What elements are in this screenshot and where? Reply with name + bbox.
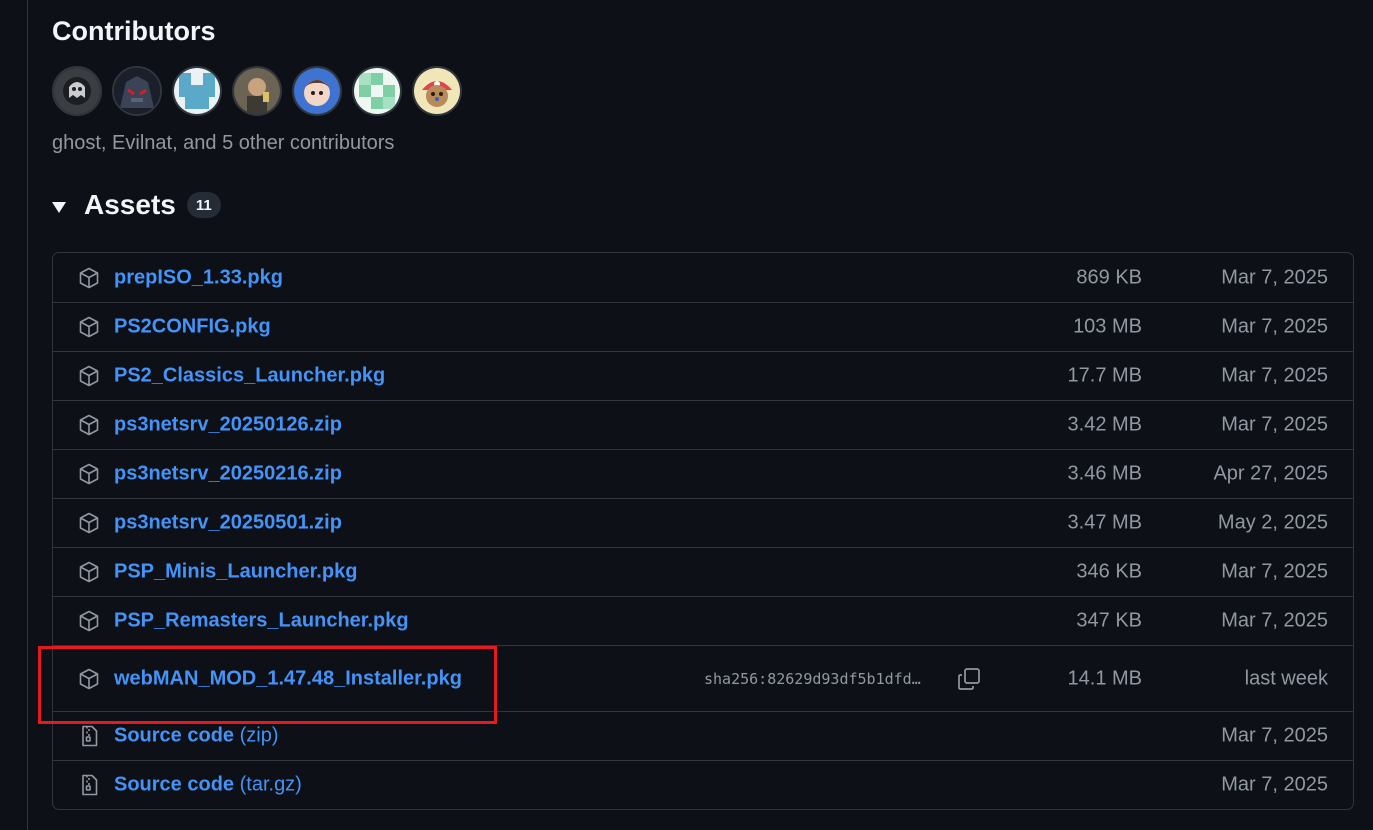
asset-date: Mar 7, 2025 xyxy=(1221,413,1328,436)
asset-date: Mar 7, 2025 xyxy=(1221,315,1328,338)
asset-size: 346 KB xyxy=(1076,560,1142,583)
asset-row-source-zip: Source code (zip) Mar 7, 2025 xyxy=(53,711,1353,760)
asset-size: 3.46 MB xyxy=(1067,462,1142,485)
asset-link[interactable]: PSP_Minis_Launcher.pkg xyxy=(114,561,357,584)
caret-down-icon xyxy=(52,201,66,213)
asset-date: Mar 7, 2025 xyxy=(1221,773,1328,796)
asset-size: 869 KB xyxy=(1076,266,1142,288)
package-icon xyxy=(77,667,101,691)
asset-row: ps3netsrv_20250501.zip 3.47 MB May 2, 20… xyxy=(53,498,1353,547)
asset-name: Source code xyxy=(114,773,235,796)
asset-date: Mar 7, 2025 xyxy=(1221,560,1328,583)
asset-link[interactable]: PS2_Classics_Launcher.pkg xyxy=(114,365,385,388)
asset-size: 3.47 MB xyxy=(1067,511,1142,534)
file-zip-icon xyxy=(77,724,101,748)
avatar-ghost[interactable] xyxy=(52,66,102,116)
asset-row: PSP_Minis_Launcher.pkg 346 KB Mar 7, 202… xyxy=(53,547,1353,596)
file-zip-icon xyxy=(77,773,101,797)
asset-row: PS2_Classics_Launcher.pkg 17.7 MB Mar 7,… xyxy=(53,351,1353,400)
source-code-zip-link[interactable]: Source code (zip) xyxy=(114,725,279,748)
contributors-summary: ghost, Evilnat, and 5 other contributors xyxy=(52,132,395,154)
asset-link[interactable]: prepISO_1.33.pkg xyxy=(114,266,283,289)
package-icon xyxy=(77,266,101,290)
package-icon xyxy=(77,462,101,486)
asset-row-webman: webMAN_MOD_1.47.48_Installer.pkg sha256:… xyxy=(53,645,1353,711)
asset-size: 3.42 MB xyxy=(1067,413,1142,436)
asset-name: Source code xyxy=(114,724,235,747)
asset-link[interactable]: ps3netsrv_20250216.zip xyxy=(114,463,342,486)
avatar-contributor-3[interactable] xyxy=(172,66,222,116)
package-icon xyxy=(77,315,101,339)
asset-date: Mar 7, 2025 xyxy=(1221,364,1328,387)
assets-heading: Assets xyxy=(84,189,176,220)
asset-date: last week xyxy=(1244,667,1328,689)
asset-format: (zip) xyxy=(239,724,279,747)
asset-date: Mar 7, 2025 xyxy=(1221,724,1328,747)
avatar-contributor-6[interactable] xyxy=(352,66,402,116)
asset-date: Apr 27, 2025 xyxy=(1213,462,1328,485)
avatar-contributor-4[interactable] xyxy=(232,66,282,116)
avatar-evilnat[interactable] xyxy=(112,66,162,116)
asset-date: May 2, 2025 xyxy=(1217,511,1328,534)
asset-size: 103 MB xyxy=(1073,315,1142,338)
package-icon xyxy=(77,413,101,437)
package-icon xyxy=(77,609,101,633)
asset-size: 17.7 MB xyxy=(1067,364,1142,387)
asset-row: PS2CONFIG.pkg 103 MB Mar 7, 2025 xyxy=(53,302,1353,351)
contributors-heading: Contributors xyxy=(52,16,216,46)
source-code-targz-link[interactable]: Source code (tar.gz) xyxy=(114,774,302,797)
assets-count-badge: 11 xyxy=(186,192,221,218)
asset-sha256: sha256:82629d93df5b1dfd… xyxy=(704,669,921,688)
assets-toggle[interactable]: Assets 11 xyxy=(52,189,221,221)
asset-row: prepISO_1.33.pkg 869 KB Mar 7, 2025 xyxy=(53,253,1353,302)
asset-link-webman-installer[interactable]: webMAN_MOD_1.47.48_Installer.pkg xyxy=(114,667,462,690)
asset-row: ps3netsrv_20250216.zip 3.46 MB Apr 27, 2… xyxy=(53,449,1353,498)
package-icon xyxy=(77,364,101,388)
asset-size: 347 KB xyxy=(1076,609,1142,632)
avatar-contributor-7[interactable] xyxy=(412,66,462,116)
contributor-avatars xyxy=(52,66,462,116)
asset-link[interactable]: PSP_Remasters_Launcher.pkg xyxy=(114,610,409,633)
asset-date: Mar 7, 2025 xyxy=(1221,609,1328,632)
asset-row: PSP_Remasters_Launcher.pkg 347 KB Mar 7,… xyxy=(53,596,1353,645)
avatar-contributor-5[interactable] xyxy=(292,66,342,116)
asset-row: ps3netsrv_20250126.zip 3.42 MB Mar 7, 20… xyxy=(53,400,1353,449)
asset-size: 14.1 MB xyxy=(1067,667,1142,689)
assets-list: prepISO_1.33.pkg 869 KB Mar 7, 2025 PS2C… xyxy=(52,252,1354,810)
asset-link[interactable]: PS2CONFIG.pkg xyxy=(114,316,271,339)
asset-date: Mar 7, 2025 xyxy=(1221,266,1328,288)
asset-link[interactable]: ps3netsrv_20250501.zip xyxy=(114,512,342,535)
copy-icon[interactable] xyxy=(956,666,982,692)
left-border xyxy=(0,0,28,830)
asset-link[interactable]: ps3netsrv_20250126.zip xyxy=(114,414,342,437)
package-icon xyxy=(77,560,101,584)
asset-format: (tar.gz) xyxy=(239,773,302,796)
package-icon xyxy=(77,511,101,535)
asset-row-source-targz: Source code (tar.gz) Mar 7, 2025 xyxy=(53,760,1353,809)
